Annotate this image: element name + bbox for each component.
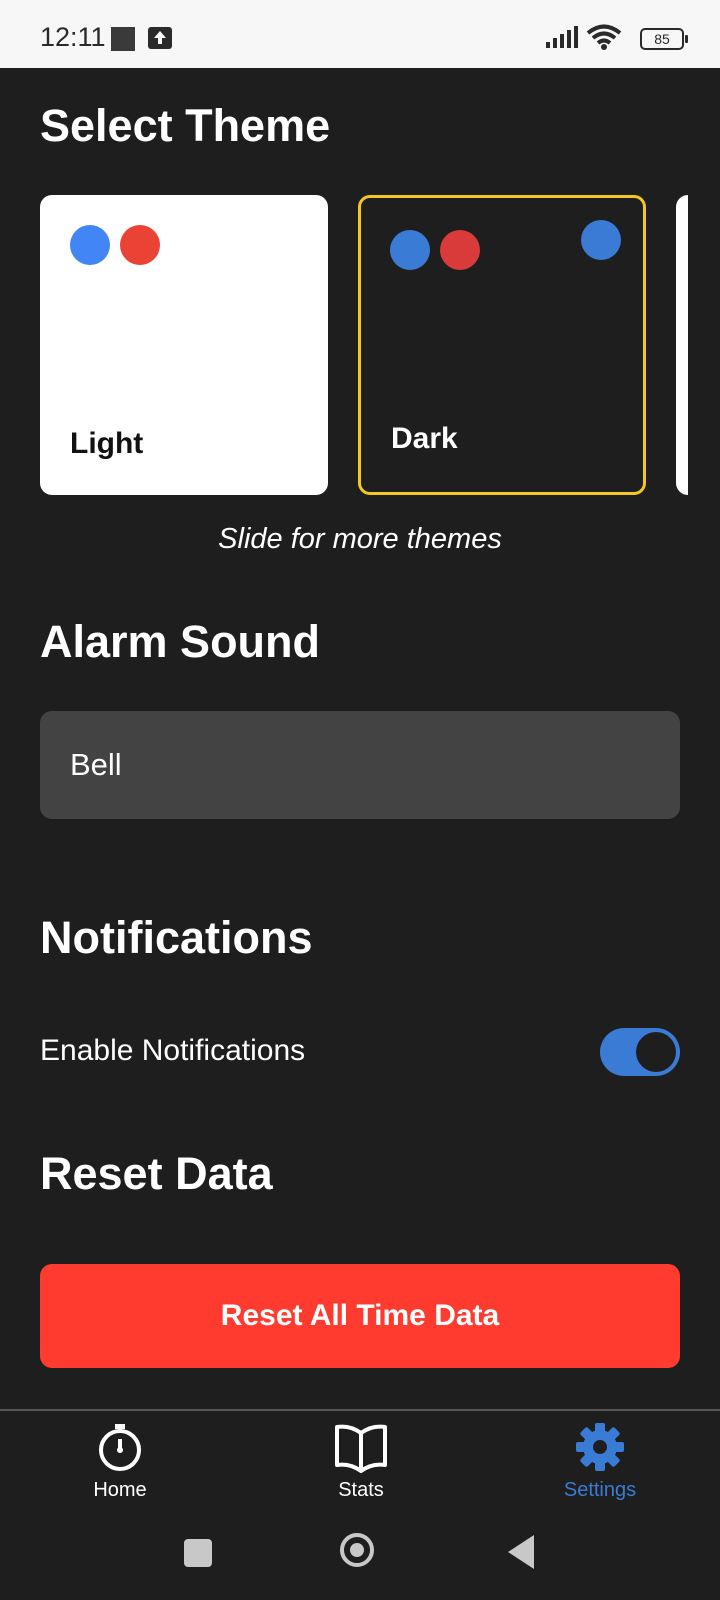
slide-hint: Slide for more themes — [218, 523, 502, 555]
theme-card-dark[interactable]: Dark — [358, 195, 646, 495]
toggle-knob — [636, 1032, 676, 1072]
nav-item-home[interactable]: Home — [40, 1421, 200, 1502]
nav-label-settings: Settings — [563, 1479, 637, 1501]
reset-data-title: Reset Data — [40, 1148, 273, 1199]
status-time: 12:11 — [40, 22, 106, 52]
battery-icon: 85 — [640, 28, 688, 50]
theme-card-light[interactable]: Light — [40, 195, 328, 495]
notification-square-icon — [111, 27, 135, 51]
nav-item-stats[interactable]: Stats — [281, 1421, 441, 1502]
notifications-title: Notifications — [40, 912, 313, 963]
status-bar: 12:11 85 — [0, 0, 720, 68]
back-button[interactable] — [508, 1535, 534, 1569]
system-nav-bar — [0, 1520, 720, 1600]
primary-color-dot — [390, 230, 430, 270]
signal-icon — [546, 26, 578, 48]
alarm-sound-select[interactable]: Bell — [40, 711, 680, 819]
theme-name-light: Light — [70, 427, 144, 460]
book-icon — [335, 1424, 387, 1473]
stopwatch-icon — [99, 1424, 141, 1471]
select-theme-title: Select Theme — [40, 100, 331, 151]
reset-all-data-button[interactable]: Reset All Time Data — [40, 1264, 680, 1368]
recents-button[interactable] — [184, 1539, 212, 1567]
primary-color-dot — [70, 225, 110, 265]
nav-item-settings[interactable]: Settings — [520, 1421, 680, 1502]
enable-notifications-label: Enable Notifications — [40, 1034, 306, 1067]
nav-label-home: Home — [93, 1479, 147, 1501]
home-button-dot — [350, 1543, 364, 1557]
alarm-sound-title: Alarm Sound — [40, 616, 321, 667]
gear-icon — [576, 1423, 624, 1471]
theme-card-next[interactable] — [676, 195, 688, 495]
theme-name-dark: Dark — [391, 422, 458, 455]
selected-indicator-dot — [581, 220, 621, 260]
upload-icon — [148, 27, 172, 49]
wifi-icon — [586, 24, 622, 50]
home-button[interactable] — [340, 1533, 374, 1567]
nav-label-stats: Stats — [338, 1479, 384, 1501]
bottom-nav: Home Stats Settings — [0, 1409, 720, 1521]
notifications-toggle[interactable] — [600, 1028, 680, 1076]
secondary-color-dot — [440, 230, 480, 270]
secondary-color-dot — [120, 225, 160, 265]
status-icons: 85 — [544, 24, 688, 50]
